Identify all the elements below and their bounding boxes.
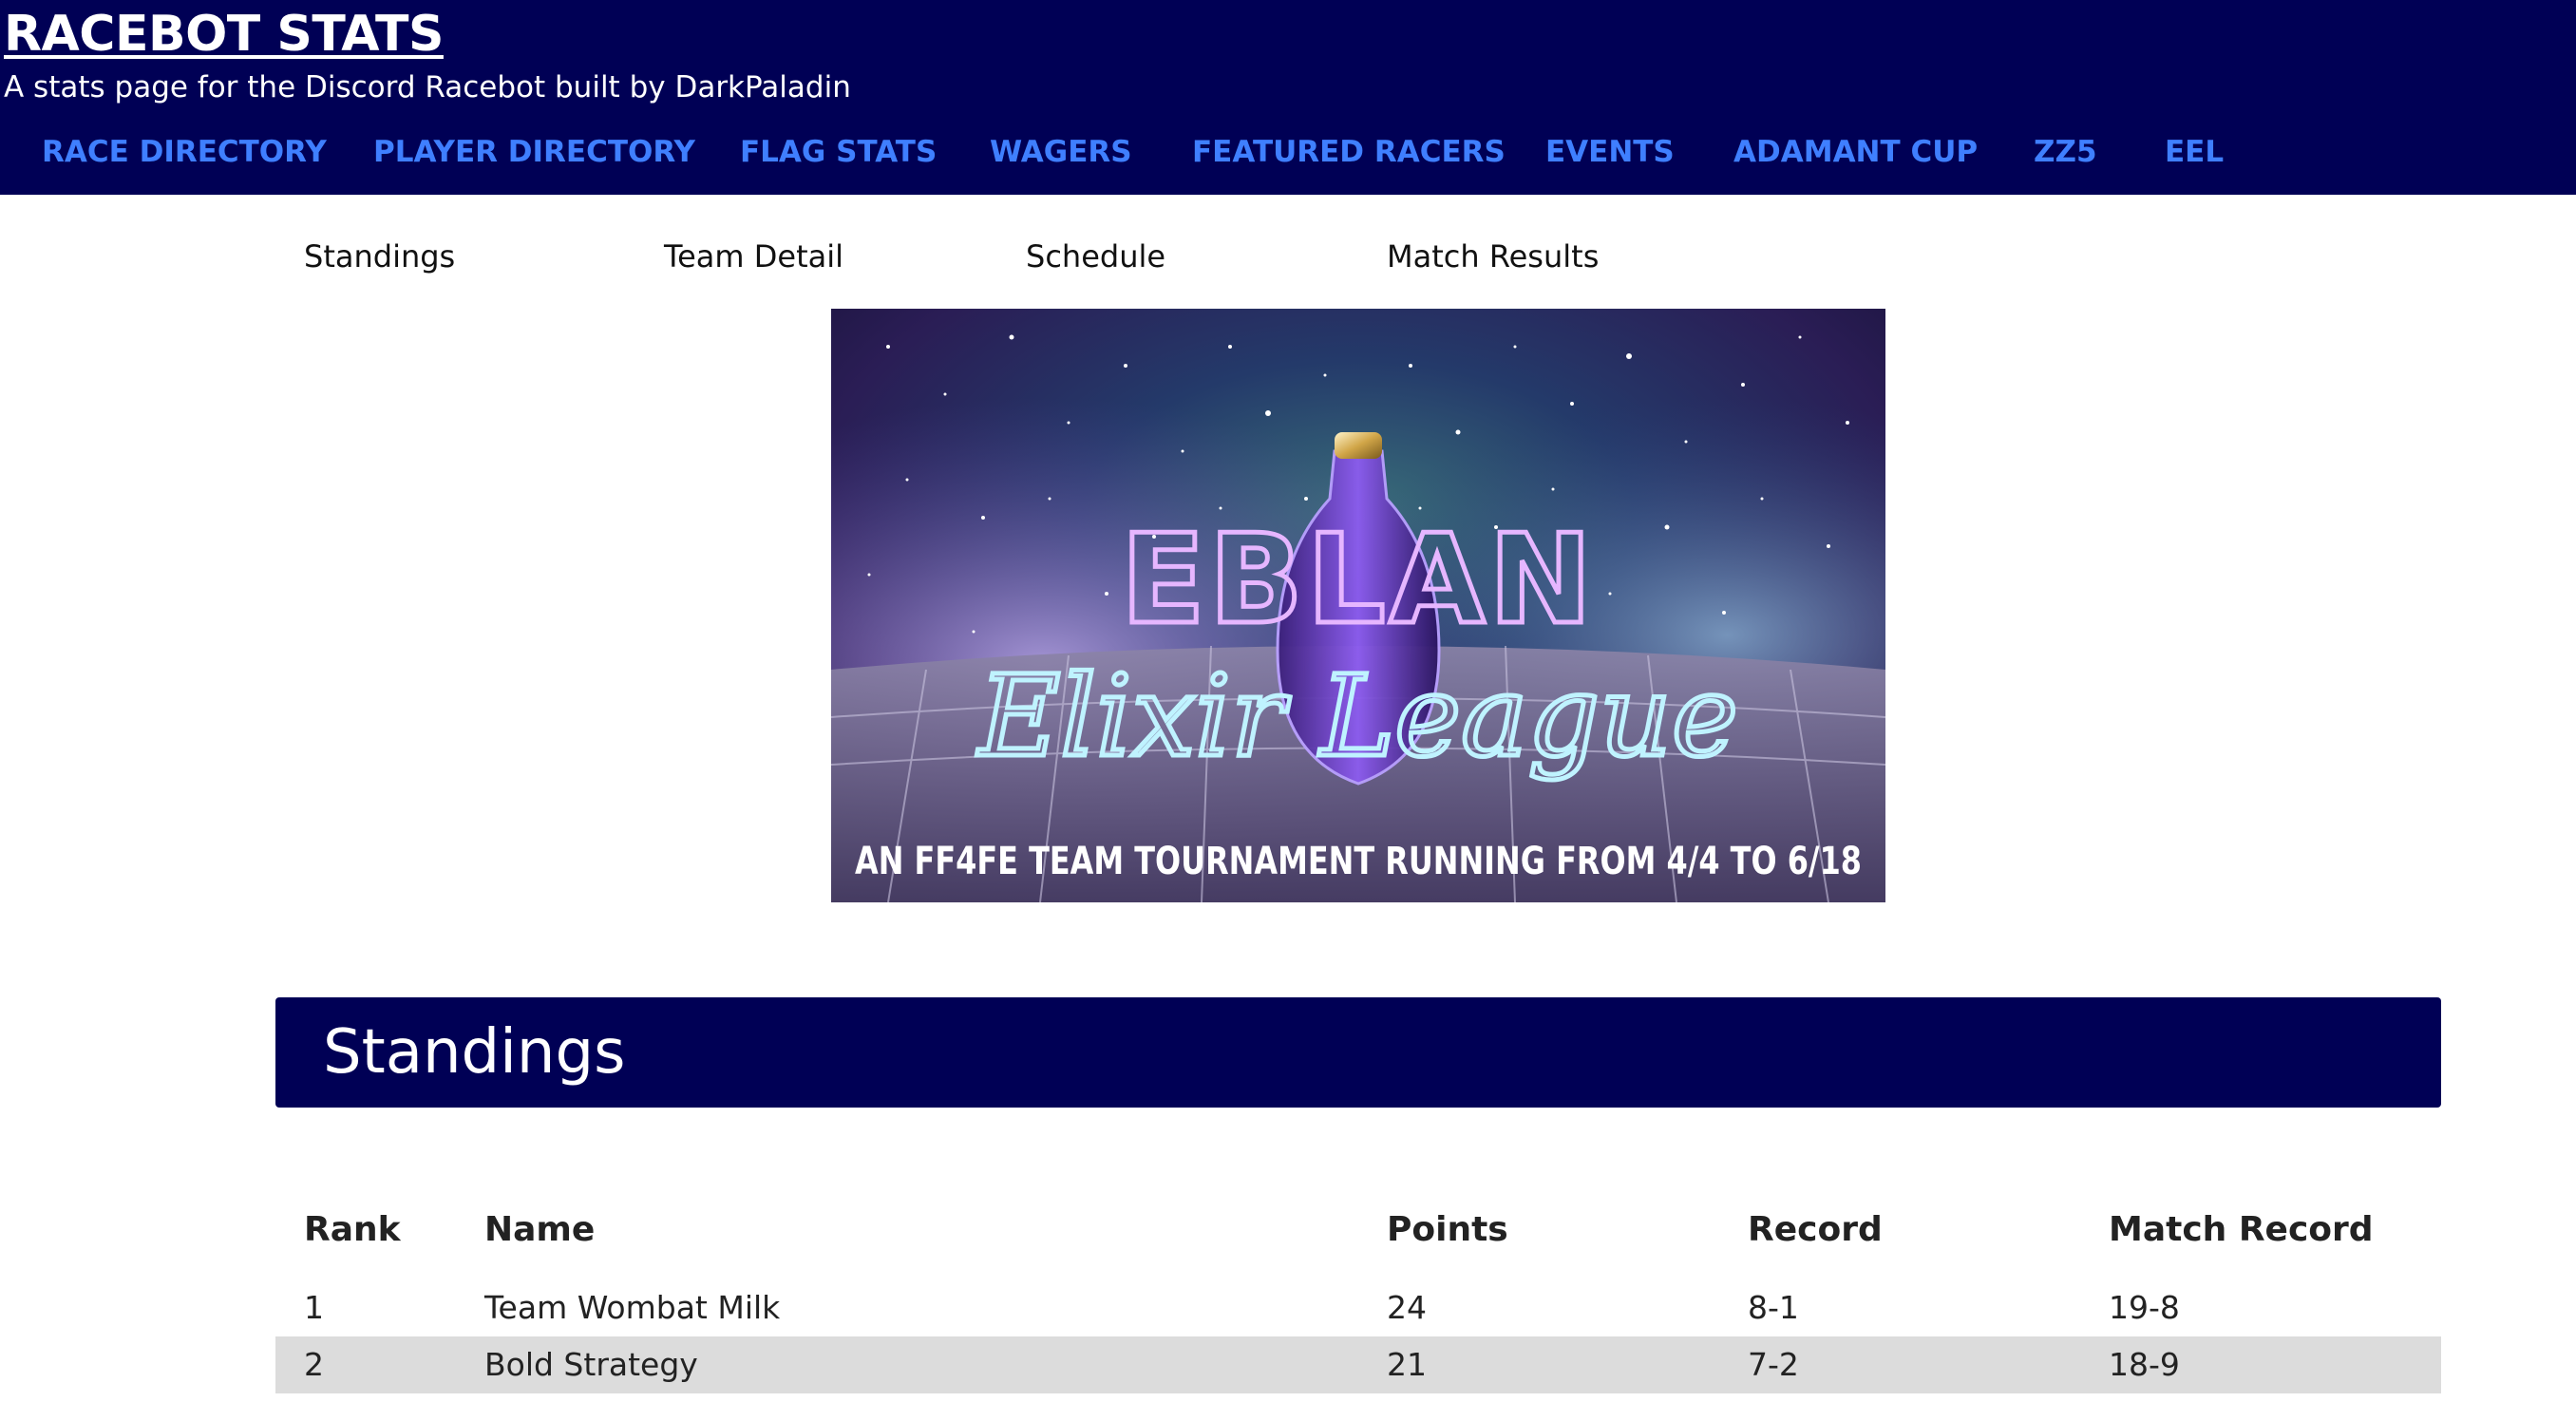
subnav-standings[interactable]: Standings	[304, 233, 455, 280]
cell-rank: 2	[304, 1346, 324, 1383]
subnav-team-detail[interactable]: Team Detail	[664, 233, 843, 280]
subnav-schedule[interactable]: Schedule	[1026, 233, 1165, 280]
cell-points: 24	[1387, 1289, 1427, 1326]
cell-record: 8-1	[1748, 1289, 1799, 1326]
cell-team-name[interactable]: Bold Strategy	[484, 1336, 698, 1393]
main-nav: RACE DIRECTORY PLAYER DIRECTORY FLAG STA…	[0, 123, 2576, 180]
nav-events[interactable]: EVENTS	[1545, 123, 1675, 180]
nav-featured-racers[interactable]: FEATURED RACERS	[1192, 123, 1506, 180]
nav-adamant-cup[interactable]: ADAMANT CUP	[1733, 123, 1978, 180]
banner-line2: Elixir League	[976, 651, 1738, 782]
standings-table: Rank Name Points Record Match Record 1 T…	[275, 1192, 2441, 1393]
nav-race-directory[interactable]: RACE DIRECTORY	[42, 123, 327, 180]
standings-section-header: Standings	[275, 997, 2441, 1108]
cell-points: 21	[1387, 1346, 1427, 1383]
league-banner-image: EBLAN Elixir League AN FF4FE TEAM TOURNA…	[831, 309, 1885, 902]
standings-title: Standings	[323, 1017, 626, 1088]
column-header-record: Record	[1748, 1210, 1883, 1249]
site-title-link[interactable]: RACEBOT STATS	[4, 4, 444, 65]
column-header-name: Name	[484, 1210, 596, 1249]
subnav-match-results[interactable]: Match Results	[1387, 233, 1599, 280]
column-header-rank: Rank	[304, 1210, 401, 1249]
table-header-row: Rank Name Points Record Match Record	[275, 1192, 2441, 1268]
banner-line1: EBLAN	[1121, 507, 1596, 652]
cell-team-name[interactable]: Team Wombat Milk	[484, 1279, 780, 1336]
nav-zz5[interactable]: ZZ5	[2034, 123, 2097, 180]
table-row: 1 Team Wombat Milk 24 8-1 19-8	[275, 1279, 2441, 1336]
nav-wagers[interactable]: WAGERS	[990, 123, 1132, 180]
nav-player-directory[interactable]: PLAYER DIRECTORY	[373, 123, 695, 180]
cell-record: 7-2	[1748, 1346, 1799, 1383]
cell-match-record: 19-8	[2109, 1289, 2180, 1326]
nav-flag-stats[interactable]: FLAG STATS	[740, 123, 937, 180]
column-header-match-record: Match Record	[2109, 1210, 2374, 1249]
banner-line3: AN FF4FE TEAM TOURNAMENT RUNNING FROM 4/…	[855, 840, 1862, 883]
cell-rank: 1	[304, 1289, 324, 1326]
site-subtitle: A stats page for the Discord Racebot bui…	[4, 70, 851, 104]
cell-match-record: 18-9	[2109, 1346, 2180, 1383]
column-header-points: Points	[1387, 1210, 1508, 1249]
site-header: RACEBOT STATS A stats page for the Disco…	[0, 0, 2576, 195]
table-row: 2 Bold Strategy 21 7-2 18-9	[275, 1336, 2441, 1393]
nav-eel[interactable]: EEL	[2165, 123, 2224, 180]
